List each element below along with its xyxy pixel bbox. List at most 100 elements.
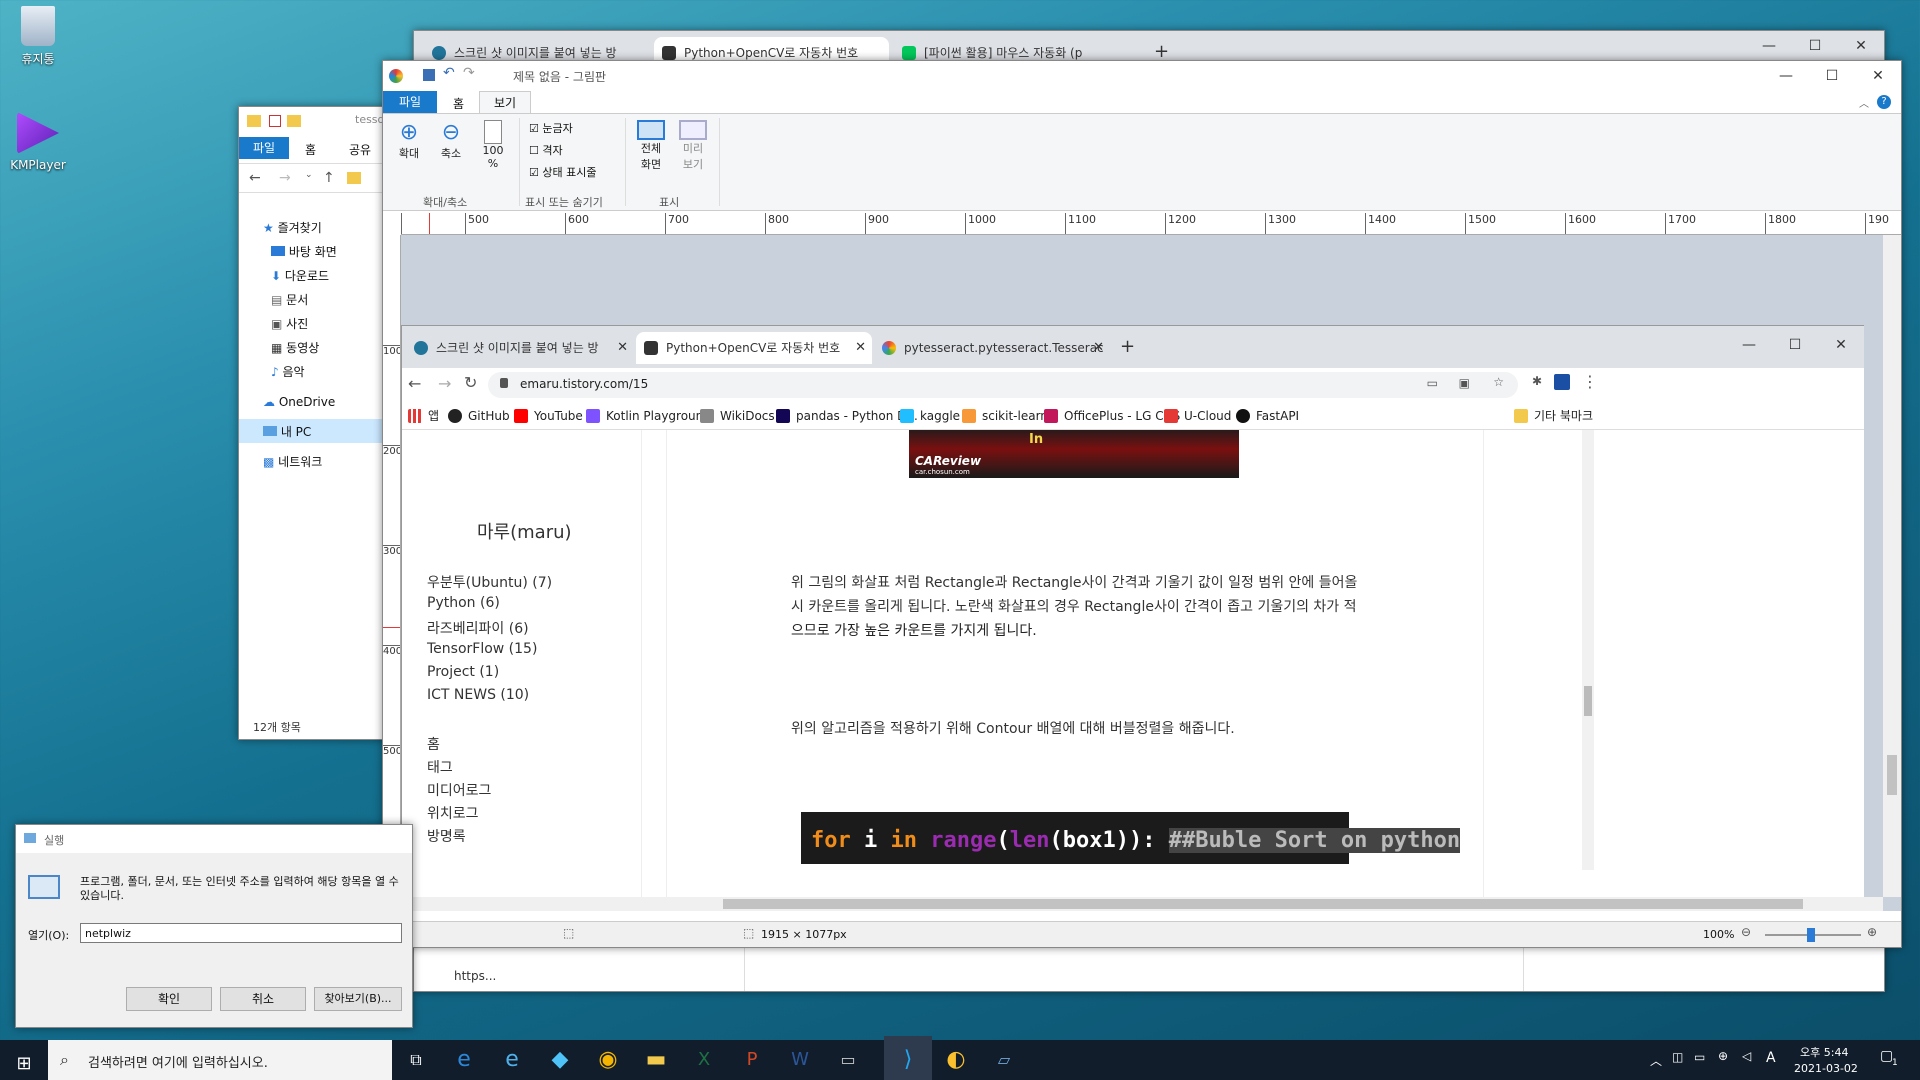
back-minimize-button[interactable]: — (1746, 31, 1792, 61)
tray-overflow-icon[interactable]: ︿ (1650, 1052, 1662, 1069)
tray-app-icon[interactable]: ◫ (1672, 1050, 1683, 1064)
run-browse-button[interactable]: 찾아보기(B)... (314, 987, 402, 1011)
desktop-icon-kmplayer[interactable]: KMPlayer (3, 112, 73, 172)
category-link[interactable]: TensorFlow (15) (427, 641, 537, 657)
bookmark-scikit-learn[interactable]: scikit-learn (962, 402, 1048, 430)
bookmark-youtube[interactable]: YouTube (514, 402, 583, 430)
blog-author[interactable]: 마루(maru) (477, 518, 572, 544)
paint-canvas[interactable]: 스크린 샷 이미지를 붙여 넣는 방 ✕ Python+OpenCV로 자동차 번… (401, 235, 1901, 911)
profile-icon[interactable] (1554, 374, 1570, 390)
chrome-tab-1[interactable]: 스크린 샷 이미지를 붙여 넣는 방 ✕ (406, 332, 634, 364)
nav-item-onedrive[interactable]: ☁ OneDrive (263, 395, 335, 409)
paint-ribbon-tab-home[interactable]: 홈 (453, 95, 464, 112)
bookmark-wikidocs[interactable]: WikiDocs (700, 402, 775, 430)
terminal-icon[interactable]: ▭ (824, 1036, 872, 1080)
forward-arrow-icon[interactable]: → (438, 374, 451, 393)
volume-icon[interactable]: ◁ (1742, 1049, 1751, 1063)
taskbar-search-box[interactable]: ⌕ 검색하려면 여기에 입력하십시오. (48, 1040, 392, 1080)
close-tab-icon[interactable]: ✕ (855, 332, 866, 364)
nav-item-network[interactable]: ▩ 네트워크 (263, 453, 322, 470)
statusbar-checkbox[interactable]: ☑ 상태 표시줄 (529, 164, 596, 180)
canvas-horizontal-scrollbar[interactable] (401, 897, 1883, 911)
collapse-ribbon-icon[interactable]: ︿ (1859, 95, 1869, 110)
clock-time[interactable]: 오후 5:44 (1800, 1044, 1848, 1060)
nav-item-documents[interactable]: ▤ 문서 (271, 291, 308, 308)
edge-icon[interactable]: e (440, 1036, 488, 1080)
run-ok-button[interactable]: 확인 (126, 987, 212, 1011)
nav-item-favorites[interactable]: ★ 즐겨찾기 (263, 219, 322, 236)
paint-close-button[interactable]: ✕ (1855, 61, 1901, 91)
chrome-minimize-button[interactable]: — (1726, 330, 1772, 360)
desktop-icon-recycle-bin[interactable]: 휴지통 (3, 6, 73, 67)
bird-app-icon[interactable]: ◆ (536, 1036, 584, 1080)
zoom-in-button[interactable]: ⊕ 확대 (391, 120, 427, 161)
menu-link-guestbook[interactable]: 방명록 (427, 826, 466, 846)
scrollbar-thumb[interactable] (723, 899, 1803, 909)
back-arrow-icon[interactable]: ← (249, 170, 261, 186)
paint-maximize-button[interactable]: ☐ (1809, 61, 1855, 91)
bookmark-fastapi[interactable]: FastAPI (1236, 402, 1299, 430)
nav-item-pictures[interactable]: ▣ 사진 (271, 315, 308, 332)
extensions-icon[interactable]: ✱ (1532, 374, 1542, 388)
category-link[interactable]: 우분투(Ubuntu) (7) (427, 572, 552, 592)
zoom-slider-thumb[interactable] (1807, 928, 1815, 942)
back-arrow-icon[interactable]: ← (408, 374, 421, 393)
back-close-button[interactable]: ✕ (1838, 31, 1884, 61)
nav-item-downloads[interactable]: ⬇ 다운로드 (271, 267, 329, 284)
close-tab-icon[interactable]: ✕ (617, 332, 628, 364)
scrollbar-thumb[interactable] (1887, 755, 1897, 795)
bookmark-other[interactable]: 기타 북마크 (1514, 402, 1593, 430)
word-icon[interactable]: W (776, 1036, 824, 1080)
category-link[interactable]: ICT NEWS (10) (427, 687, 529, 703)
ruler-checkbox[interactable]: ☑ 눈금자 (529, 120, 573, 136)
zoom-out-button[interactable]: ⊖ 축소 (433, 120, 469, 161)
powerpoint-icon[interactable]: P (728, 1036, 776, 1080)
chrome-tab-3[interactable]: pytesseract.pytesseract.Tesserac ✕ (874, 332, 1110, 364)
thumbnail-button[interactable]: 미리 보기 (673, 120, 713, 172)
category-link[interactable]: Python (6) (427, 595, 500, 611)
task-view-icon[interactable]: ⧉ (392, 1036, 440, 1080)
explorer-tab-home[interactable]: 홈 (305, 141, 316, 158)
zoom-out-icon[interactable]: ⊖ (1741, 925, 1751, 939)
ie-icon[interactable]: e (488, 1036, 536, 1080)
run-open-input[interactable]: netplwiz (80, 923, 402, 943)
ime-indicator[interactable]: A (1766, 1050, 1776, 1066)
explorer-tab-share[interactable]: 공유 (349, 141, 371, 158)
help-icon[interactable]: ? (1877, 95, 1891, 109)
paint-window[interactable]: ↶ ↷ 제목 없음 - 그림판 — ☐ ✕ 파일 홈 보기 ? ︿ ⊕ 확대 ⊖ 축… (382, 60, 1902, 948)
start-button[interactable]: ⊞ (0, 1040, 48, 1080)
chrome-new-tab-button[interactable]: + (1120, 336, 1135, 357)
back-maximize-button[interactable]: ☐ (1792, 31, 1838, 61)
chrome-icon[interactable]: ◉ (584, 1036, 632, 1080)
vscode-icon[interactable]: ⟩ (884, 1036, 932, 1080)
menu-kebab-icon[interactable]: ⋮ (1582, 372, 1598, 391)
nav-item-this-pc[interactable]: 내 PC (239, 419, 389, 443)
address-bar[interactable]: emaru.tistory.com/15 ▭ ▣ ☆ (488, 372, 1518, 398)
grid-checkbox[interactable]: ☐ 격자 (529, 142, 563, 158)
menu-link-home[interactable]: 홈 (427, 734, 440, 754)
forward-arrow-icon[interactable]: → (279, 170, 291, 186)
excel-icon[interactable]: X (680, 1036, 728, 1080)
redo-icon[interactable]: ↷ (463, 65, 475, 81)
save-icon[interactable] (423, 69, 435, 81)
up-arrow-icon[interactable]: ↑ (323, 170, 335, 186)
zoom-slider[interactable] (1765, 928, 1861, 942)
bookmark-pandas[interactable]: pandas - Python D... (776, 402, 918, 430)
bookmark-ucloud[interactable]: U-Cloud (1164, 402, 1231, 430)
reload-icon[interactable]: ↻ (464, 373, 477, 392)
paint-ribbon-tab-view[interactable]: 보기 (479, 91, 531, 113)
bookmark-kaggle[interactable]: kaggle (900, 402, 960, 430)
paint-minimize-button[interactable]: — (1763, 61, 1809, 91)
translate-icon[interactable]: ▣ (1459, 376, 1470, 390)
bookmark-github[interactable]: GitHub (448, 402, 510, 430)
category-link[interactable]: Project (1) (427, 664, 499, 680)
chrome-tab-2[interactable]: Python+OpenCV로 자동차 번호 ✕ (636, 332, 872, 364)
chrome-window[interactable]: 스크린 샷 이미지를 붙여 넣는 방 ✕ Python+OpenCV로 자동차 번… (401, 325, 1864, 911)
fullscreen-button[interactable]: 전체 화면 (631, 120, 671, 172)
clock-date[interactable]: 2021-03-02 (1794, 1062, 1858, 1075)
bookmark-apps[interactable]: 앱 (408, 402, 439, 430)
category-link[interactable]: 라즈베리파이 (6) (427, 618, 529, 638)
scrollbar-thumb[interactable] (1584, 686, 1592, 716)
explorer-tab-file[interactable]: 파일 (239, 137, 289, 159)
chrome-maximize-button[interactable]: ☐ (1772, 330, 1818, 360)
